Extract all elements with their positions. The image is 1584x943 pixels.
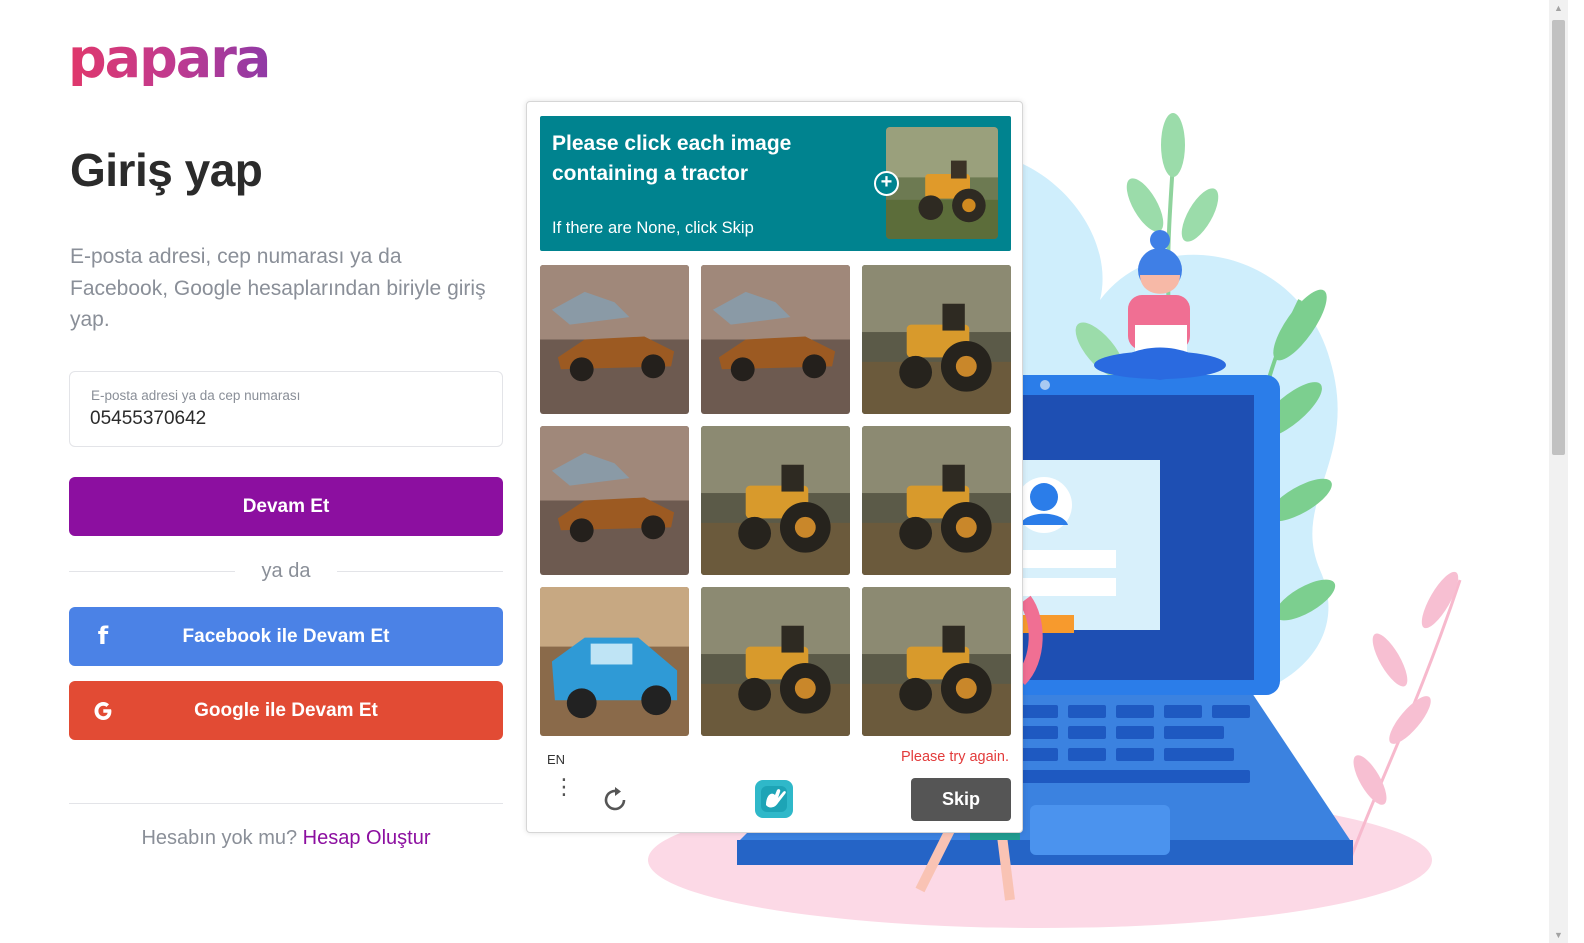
skip-button[interactable]: Skip bbox=[911, 778, 1011, 821]
scroll-up-icon[interactable]: ▲ bbox=[1549, 0, 1568, 16]
captcha-tile-6[interactable] bbox=[862, 426, 1011, 575]
car-image bbox=[701, 265, 850, 414]
captcha-hint: If there are None, click Skip bbox=[552, 219, 754, 237]
continue-button-label: Devam Et bbox=[242, 495, 330, 517]
page-title: Giriş yap bbox=[70, 144, 263, 196]
captcha-error-message: Please try again. bbox=[900, 749, 1009, 765]
example-expand-icon[interactable]: + bbox=[874, 171, 899, 196]
captcha-tile-7[interactable] bbox=[540, 587, 689, 736]
car-image bbox=[540, 426, 689, 575]
captcha-tile-8[interactable] bbox=[701, 587, 850, 736]
bottom-divider bbox=[69, 803, 503, 804]
scroll-down-icon[interactable]: ▼ bbox=[1549, 927, 1568, 943]
hcaptcha-logo-icon bbox=[755, 780, 793, 818]
email-phone-field[interactable]: E-posta adresi ya da cep numarası bbox=[69, 371, 503, 447]
captcha-menu-icon[interactable]: ⋮ bbox=[553, 776, 575, 818]
page-scrollbar[interactable]: ▲ ▼ bbox=[1549, 0, 1568, 943]
google-login-button[interactable]: Google ile Devam Et bbox=[69, 681, 503, 740]
captcha-tile-1[interactable] bbox=[540, 265, 689, 414]
captcha-challenge: Please click each image containing a tra… bbox=[526, 101, 1023, 833]
email-phone-label: E-posta adresi ya da cep numarası bbox=[91, 388, 301, 403]
login-subtitle: E-posta adresi, cep numarası ya da Faceb… bbox=[70, 245, 486, 331]
captcha-tile-5[interactable] bbox=[701, 426, 850, 575]
or-divider: ya da bbox=[69, 557, 503, 587]
google-button-label: Google ile Devam Et bbox=[194, 699, 378, 721]
toy-car-image bbox=[540, 587, 689, 736]
continue-button[interactable]: Devam Et bbox=[69, 477, 503, 536]
captcha-tile-9[interactable] bbox=[862, 587, 1011, 736]
captcha-header: Please click each image containing a tra… bbox=[540, 116, 1011, 251]
facebook-button-label: Facebook ile Devam Et bbox=[182, 625, 390, 647]
tractor-image bbox=[701, 587, 850, 736]
signup-prompt: Hesabın yok mu? Hesap Oluştur bbox=[69, 827, 503, 850]
divider-line-right bbox=[337, 571, 503, 572]
captcha-tile-3[interactable] bbox=[862, 265, 1011, 414]
tractor-image bbox=[862, 587, 1011, 736]
facebook-login-button[interactable]: f Facebook ile Devam Et bbox=[69, 607, 503, 666]
tractor-image bbox=[862, 426, 1011, 575]
captcha-tile-4[interactable] bbox=[540, 426, 689, 575]
create-account-link[interactable]: Hesap Oluştur bbox=[303, 827, 431, 849]
tractor-image bbox=[701, 426, 850, 575]
scroll-thumb[interactable] bbox=[1552, 20, 1565, 455]
email-phone-input[interactable] bbox=[90, 408, 480, 430]
tractor-image bbox=[862, 265, 1011, 414]
no-account-text: Hesabın yok mu? bbox=[141, 827, 298, 849]
facebook-icon: f bbox=[97, 622, 109, 650]
captcha-tile-2[interactable] bbox=[701, 265, 850, 414]
captcha-prompt: Please click each image containing a tra… bbox=[552, 132, 792, 185]
captcha-language[interactable]: EN bbox=[547, 752, 565, 767]
car-image bbox=[540, 265, 689, 414]
google-icon bbox=[89, 696, 117, 724]
example-tractor-image bbox=[886, 127, 998, 239]
refresh-icon[interactable] bbox=[600, 785, 630, 815]
papara-logo[interactable]: papara bbox=[68, 32, 271, 86]
